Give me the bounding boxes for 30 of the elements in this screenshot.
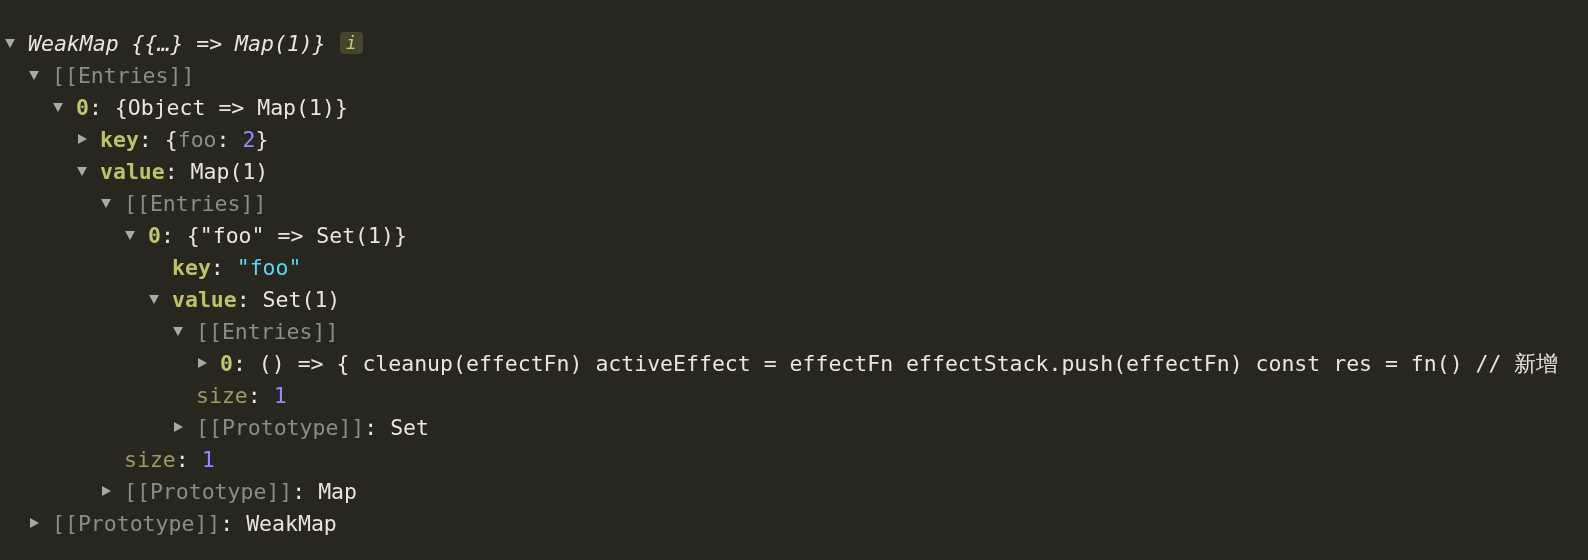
expand-arrow-icon[interactable] [172, 421, 184, 433]
property-text: [[Entries]] [196, 318, 339, 344]
property-text: 0: {Object => Map(1)} [76, 94, 348, 120]
collapse-arrow-icon[interactable] [76, 165, 88, 177]
property-text: size: 1 [196, 382, 287, 408]
property-text: [[Prototype]]: Map [124, 478, 357, 504]
property-text: [[Prototype]]: WeakMap [52, 510, 337, 536]
property-text: key: {foo: 2} [100, 126, 269, 152]
property-text: [[Entries]] [52, 62, 195, 88]
collapse-arrow-icon[interactable] [124, 229, 136, 241]
collapse-arrow-icon[interactable] [52, 101, 64, 113]
collapse-arrow-icon[interactable] [172, 325, 184, 337]
collapse-arrow-icon[interactable] [100, 197, 112, 209]
property-text: 0: {"foo" => Set(1)} [148, 222, 407, 248]
collapse-arrow-icon[interactable] [4, 37, 16, 49]
property-text: key: "foo" [172, 254, 302, 280]
collapse-arrow-icon[interactable] [148, 293, 160, 305]
property-text: [[Entries]] [124, 190, 267, 216]
collapse-arrow-icon[interactable] [28, 69, 40, 81]
property-text: value: Map(1) [100, 158, 269, 184]
expand-arrow-icon[interactable] [196, 357, 208, 369]
property-text: value: Set(1) [172, 286, 341, 312]
info-badge[interactable]: i [339, 32, 363, 54]
expand-arrow-icon[interactable] [28, 517, 40, 529]
property-text: [[Prototype]]: Set [196, 414, 429, 440]
expand-arrow-icon[interactable] [76, 133, 88, 145]
expand-arrow-icon[interactable] [100, 485, 112, 497]
property-text: WeakMap {{…} => Map(1)} [28, 30, 326, 56]
property-text: size: 1 [124, 446, 215, 472]
property-text: 0: () => { cleanup(effectFn) activeEffect = effectFn effectStack.push(effectFn) const res = fn() // 新增 [220, 349, 1559, 378]
